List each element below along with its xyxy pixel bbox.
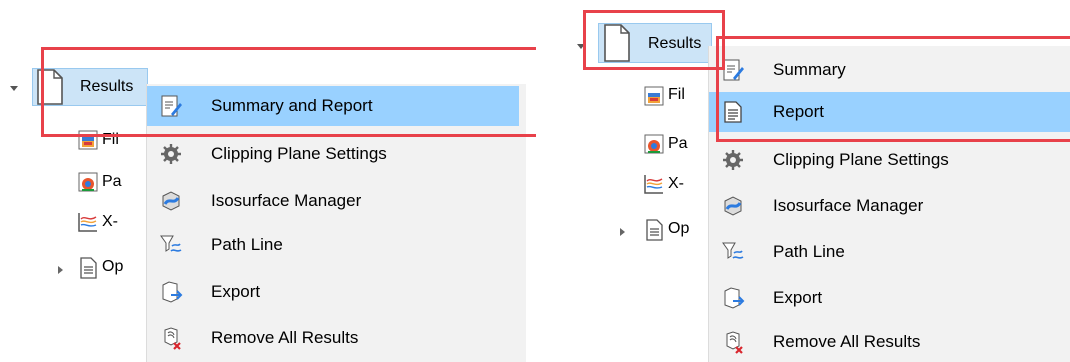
clipping-gear-icon bbox=[161, 144, 181, 164]
tree-child-label: X- bbox=[102, 213, 118, 230]
isosurface-icon bbox=[724, 196, 742, 216]
menu-item-label: Path Line bbox=[211, 235, 283, 254]
menu-item-label: Isosurface Manager bbox=[773, 196, 924, 215]
menu-item-label: Clipping Plane Settings bbox=[211, 144, 387, 163]
export-icon bbox=[724, 287, 745, 309]
tree-child-label: Pa bbox=[668, 135, 688, 152]
expand-toggle[interactable] bbox=[620, 228, 625, 236]
expand-results-toggle[interactable] bbox=[10, 86, 18, 91]
highlight-callout bbox=[41, 47, 536, 137]
tree-child-label: Op bbox=[668, 220, 690, 237]
menu-item-clipping-plane-settings[interactable]: Clipping Plane Settings bbox=[709, 140, 1070, 180]
menu-item-remove-all-results[interactable]: Remove All Results bbox=[709, 322, 1070, 362]
xy-plot-icon bbox=[644, 175, 663, 194]
menu-item-label: Export bbox=[211, 282, 261, 301]
expand-toggle[interactable] bbox=[58, 266, 63, 274]
document-icon bbox=[646, 219, 663, 241]
export-icon bbox=[162, 281, 183, 303]
menu-item-label: Remove All Results bbox=[211, 328, 359, 347]
menu-item-path-line[interactable]: Path Line bbox=[147, 225, 526, 265]
menu-item-remove-all-results[interactable]: Remove All Results bbox=[147, 318, 526, 358]
path-line-icon bbox=[722, 242, 744, 259]
xy-plot-icon bbox=[78, 213, 97, 232]
particle-plot-icon bbox=[644, 134, 664, 154]
tree-child-label: Op bbox=[102, 258, 124, 275]
isosurface-icon bbox=[162, 191, 180, 211]
menu-item-isosurface-manager[interactable]: Isosurface Manager bbox=[147, 181, 526, 221]
clipping-gear-icon bbox=[723, 150, 743, 170]
menu-item-clipping-plane-settings[interactable]: Clipping Plane Settings bbox=[147, 134, 526, 174]
tree-child-label: X- bbox=[668, 175, 684, 192]
remove-all-icon bbox=[726, 331, 743, 354]
menu-item-label: Clipping Plane Settings bbox=[773, 150, 949, 169]
menu-item-isosurface-manager[interactable]: Isosurface Manager bbox=[709, 186, 1070, 226]
particle-plot-icon bbox=[78, 172, 98, 192]
tree-child-label: Pa bbox=[102, 173, 122, 190]
path-line-icon bbox=[160, 235, 182, 252]
menu-item-label: Export bbox=[773, 288, 823, 307]
fill-plot-icon bbox=[644, 86, 664, 106]
highlight-callout-report bbox=[716, 36, 1070, 142]
menu-item-label: Path Line bbox=[773, 242, 845, 261]
menu-item-export[interactable]: Export bbox=[709, 278, 1070, 318]
menu-item-path-line[interactable]: Path Line bbox=[709, 232, 1070, 272]
left-panel: Results Fil Pa X- Op Summary and Report … bbox=[0, 0, 536, 362]
menu-item-label: Remove All Results bbox=[773, 332, 921, 351]
document-icon bbox=[80, 257, 97, 279]
remove-all-icon bbox=[164, 327, 181, 350]
highlight-callout-results bbox=[583, 10, 725, 70]
right-panel: Results Fil Pa X- Op Summary Report Clip… bbox=[540, 0, 1070, 362]
menu-item-label: Isosurface Manager bbox=[211, 191, 362, 210]
menu-item-export[interactable]: Export bbox=[147, 272, 526, 312]
tree-child-label: Fil bbox=[668, 86, 685, 103]
